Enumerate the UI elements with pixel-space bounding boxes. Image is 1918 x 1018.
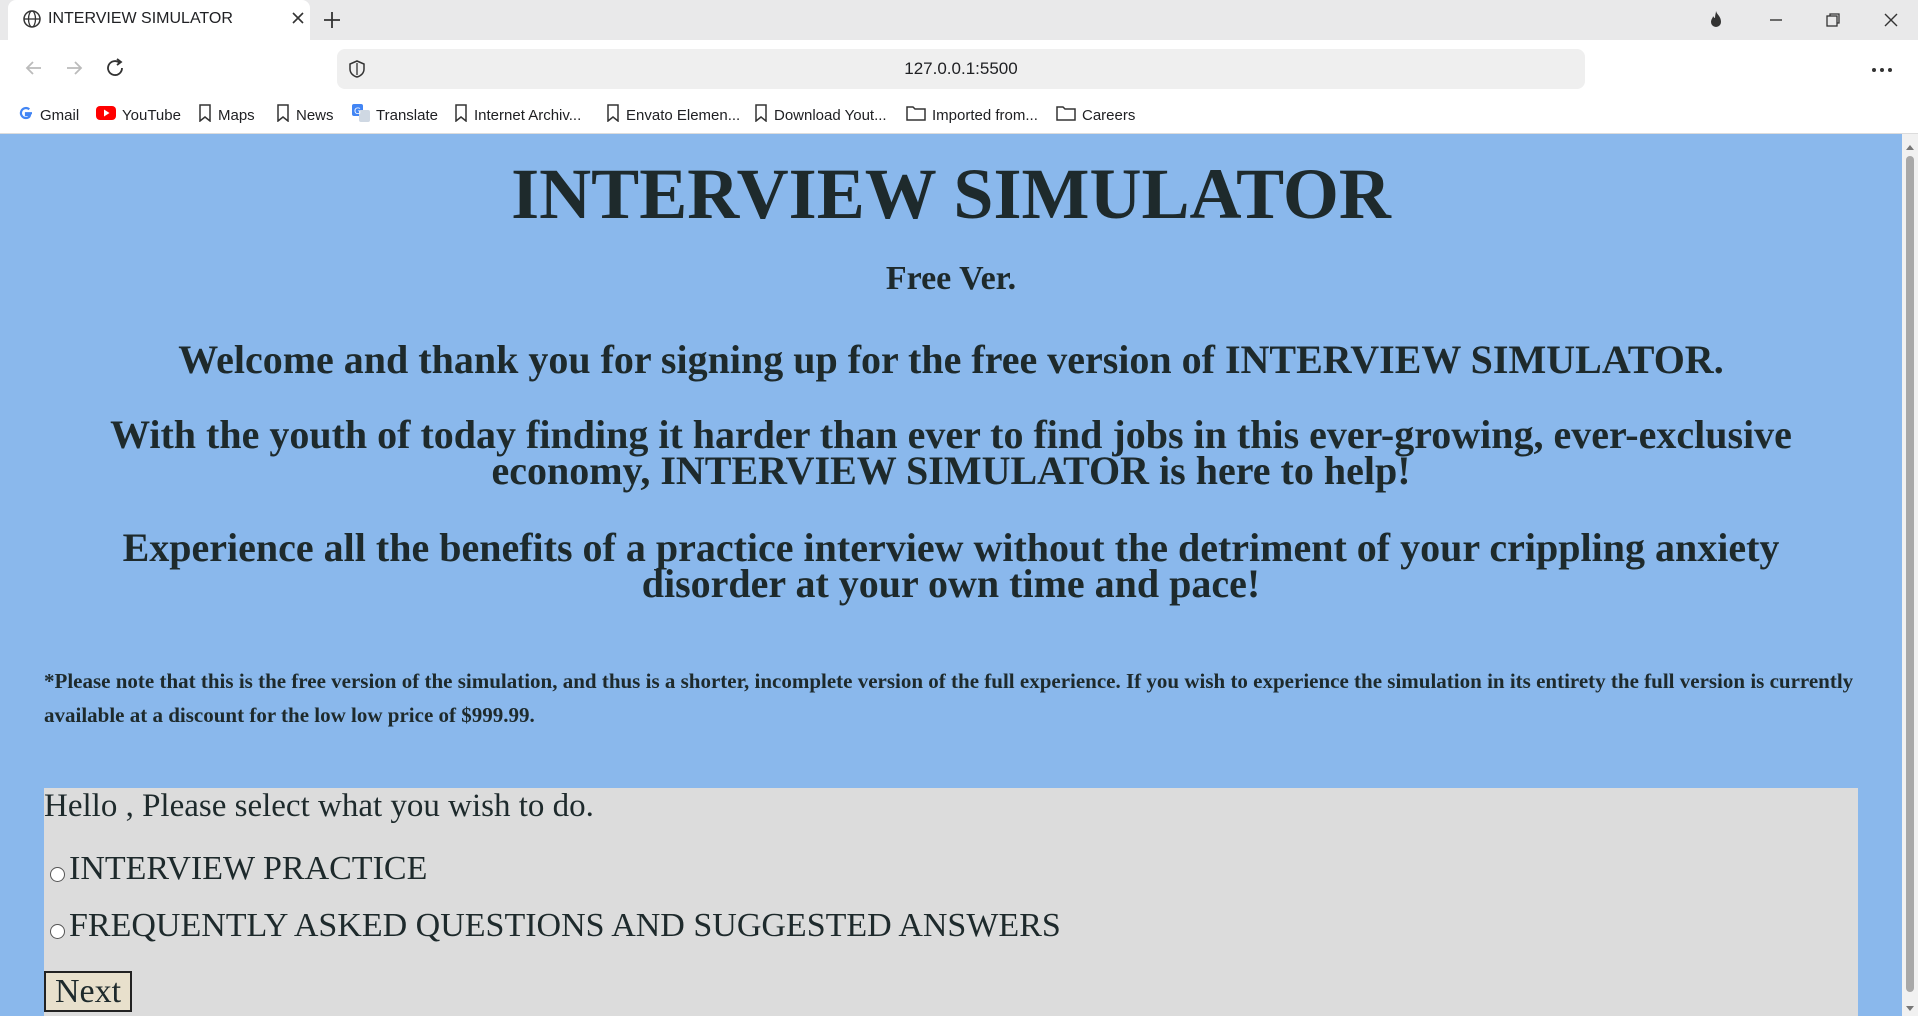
bookmark-label: Translate (376, 106, 438, 124)
back-icon[interactable] (22, 56, 46, 85)
flame-icon[interactable] (1704, 8, 1728, 37)
bookmark-icon (454, 104, 468, 126)
selection-panel: Hello , Please select what you wish to d… (44, 788, 1858, 1016)
bookmark-youtube[interactable]: YouTube (96, 96, 181, 134)
svg-text:G: G (354, 107, 361, 117)
page-title: INTERVIEW SIMULATOR (511, 154, 1391, 234)
bookmark-maps[interactable]: Maps (198, 96, 255, 134)
page-subtitle: Free Ver. (885, 260, 1017, 297)
radio-faq[interactable] (50, 924, 65, 939)
bookmark-icon (276, 104, 290, 126)
more-menu-icon[interactable] (1870, 58, 1894, 87)
tab-title: INTERVIEW SIMULATOR (48, 10, 233, 27)
new-tab-icon[interactable] (320, 8, 344, 37)
radio-interview-practice[interactable] (50, 867, 65, 882)
welcome-heading: Welcome and thank you for signing up for… (178, 337, 1724, 382)
reload-icon[interactable] (103, 56, 127, 85)
youtube-icon (96, 105, 116, 125)
close-window-icon[interactable] (1879, 8, 1903, 37)
bookmark-label: Careers (1082, 106, 1136, 124)
bookmark-folder-imported[interactable]: Imported from... (906, 96, 1038, 134)
forward-icon[interactable] (62, 56, 86, 85)
next-button[interactable]: Next (44, 971, 132, 1012)
page-viewport: INTERVIEW SIMULATOR Free Ver. Welcome an… (0, 134, 1902, 1016)
minimize-icon[interactable] (1764, 8, 1788, 37)
scroll-up-icon[interactable] (1905, 138, 1915, 156)
scroll-thumb[interactable] (1906, 156, 1914, 992)
address-bar[interactable]: 127.0.0.1:5500 (337, 49, 1585, 89)
scroll-down-icon[interactable] (1905, 1000, 1915, 1018)
close-tab-icon[interactable] (291, 11, 305, 30)
folder-icon (1056, 105, 1076, 125)
bookmark-translate[interactable]: G Translate (352, 96, 438, 134)
bookmark-folder-careers[interactable]: Careers (1056, 96, 1135, 134)
restore-icon[interactable] (1821, 8, 1845, 37)
bookmark-label: YouTube (122, 106, 181, 124)
browser-toolbar: 127.0.0.1:5500 (0, 40, 1918, 96)
free-version-note: *Please note that this is the free versi… (44, 669, 1854, 727)
page-scrollbar[interactable] (1902, 134, 1918, 1016)
active-tab[interactable]: INTERVIEW SIMULATOR (8, 0, 310, 40)
bookmark-news[interactable]: News (276, 96, 334, 134)
bookmark-label: Internet Archiv... (474, 106, 582, 124)
option-label: FREQUENTLY ASKED QUESTIONS AND SUGGESTED… (69, 907, 1061, 944)
bookmarks-bar: Gmail YouTube Maps News G Translate Inte… (0, 96, 1918, 134)
bookmark-label: Gmail (40, 106, 80, 124)
bookmark-label: Download Yout... (774, 106, 887, 124)
bookmark-icon (198, 104, 212, 126)
option-faq[interactable]: FREQUENTLY ASKED QUESTIONS AND SUGGESTED… (50, 907, 1061, 945)
option-interview-practice[interactable]: INTERVIEW PRACTICE (50, 850, 427, 888)
experience-heading: Experience all the benefits of a practic… (122, 525, 1780, 606)
url-text[interactable]: 127.0.0.1:5500 (337, 59, 1585, 79)
bookmark-icon (754, 104, 768, 126)
bookmark-gmail[interactable]: Gmail (18, 96, 79, 134)
bookmark-label: Imported from... (932, 106, 1038, 124)
folder-icon (906, 105, 926, 125)
bookmark-internet-archive[interactable]: Internet Archiv... (454, 96, 581, 134)
translate-icon: G (352, 104, 370, 126)
bookmark-download-youtube[interactable]: Download Yout... (754, 96, 887, 134)
option-label: INTERVIEW PRACTICE (69, 850, 428, 887)
tab-bar: INTERVIEW SIMULATOR (0, 0, 1918, 40)
google-icon (18, 105, 34, 125)
bookmark-label: Envato Elemen... (626, 106, 741, 124)
bookmark-icon (606, 104, 620, 126)
bookmark-label: Maps (218, 106, 255, 124)
bookmark-envato[interactable]: Envato Elemen... (606, 96, 740, 134)
globe-icon (22, 9, 42, 34)
bookmark-label: News (296, 106, 334, 124)
greeting-text: Hello , Please select what you wish to d… (44, 788, 594, 824)
youth-heading: With the youth of today finding it harde… (110, 412, 1792, 493)
